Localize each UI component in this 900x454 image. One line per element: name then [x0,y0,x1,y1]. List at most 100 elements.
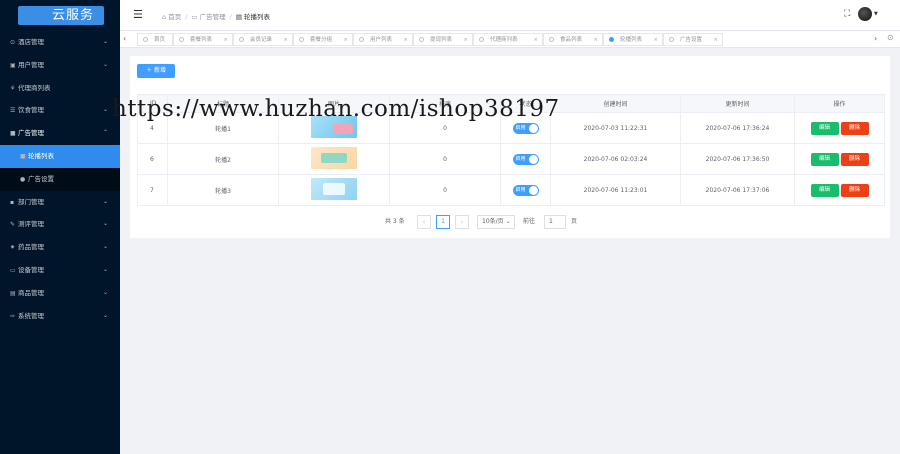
tab-item[interactable]: 套餐列表 × [173,33,233,46]
cell-id: 6 [137,143,168,175]
sidebar-item[interactable]: ⚘ 代理商列表 [0,77,120,100]
delete-button[interactable]: 删除 [840,121,869,135]
tabs-scroll-right-icon[interactable]: › [874,34,877,43]
cell-created: 2020-07-06 11:23:01 [550,174,681,206]
edit-button[interactable]: 编辑 [810,152,839,166]
next-page-button[interactable]: › [455,215,469,229]
cell-title: 轮播3 [167,174,279,206]
cell-actions: 编辑 删除 [794,143,885,175]
close-icon[interactable]: × [533,34,538,46]
tab-item[interactable]: 广告设置 × [663,33,723,46]
chevron-down-icon: ⌄ [102,243,108,251]
table-row: 7 轮播3 0 启用 2020-07-06 11:23:01 2020-07-06 17:… [137,174,885,206]
table-row: 6 轮播2 0 启用 2020-07-06 02:03:24 2020-07-06 17:… [137,143,885,175]
breadcrumb-label: 轮播列表 [244,13,271,21]
sidebar-menu: ⊙ 酒店管理 ⌄ ▣ 用户管理 ⌄ ⚘ 代理商列表 ☰ 饮食管理 ⌄ ■ 广告管理 ⌃ ■ 轮播列表 ● 广告设置… [0,31,120,327]
plus-icon: ＋ [146,67,153,74]
sidebar-item-label: 酒店管理 [18,38,44,46]
chevron-down-icon: ⌄ [102,311,108,319]
sidebar-item[interactable]: ✎ 测评管理 ⌄ [0,213,120,236]
cell-sort: 0 [389,174,501,206]
image-icon: ▤ [235,13,245,21]
cell-created: 2020-07-06 02:03:24 [550,143,681,175]
sidebar-item[interactable]: ▤ 商品管理 ⌄ [0,282,120,305]
cell-sort: 0 [389,143,501,175]
banner-thumbnail[interactable] [311,147,357,169]
caret-down-icon[interactable]: ▼ [874,11,878,17]
column-header: 操作 [794,94,885,113]
sidebar-subitem[interactable]: ■ 轮播列表 [0,144,120,168]
delete-button[interactable]: 删除 [840,183,869,197]
tab-item[interactable]: 首页 [137,33,173,46]
tab-dot-icon [549,37,554,42]
close-icon[interactable]: × [403,34,408,46]
close-icon[interactable]: × [343,34,348,46]
sidebar-item[interactable]: ✷ 药品管理 ⌄ [0,236,120,259]
sidebar-item[interactable]: ☰ 饮食管理 ⌄ [0,99,120,122]
breadcrumb-item[interactable]: ⌂ 首页 [162,13,181,21]
sidebar-subitem[interactable]: ● 广告设置 [0,167,120,191]
status-toggle-label: 启用 [515,155,526,162]
app-logo: 云服务 [18,6,104,25]
tab-dot-icon [359,37,364,42]
tabs-scroll-left-icon[interactable]: ‹ [123,34,126,43]
close-icon[interactable]: × [463,34,468,46]
tabs-options-icon[interactable]: ⊙ [887,33,894,42]
department-icon: ▪ [10,198,15,206]
breadcrumb-item[interactable]: ▭ 广告管理 [191,13,225,21]
close-icon[interactable]: × [593,34,598,46]
watermark-text: https://www.huzhan.com/ishop38197 [112,96,560,122]
tab-item[interactable]: 提现列表 × [413,33,473,46]
menu-toggle-icon[interactable]: ☰ [133,9,143,20]
user-avatar[interactable] [858,7,872,21]
goto-page-input[interactable]: 1 [544,215,566,229]
sidebar-item-label: 测评管理 [18,220,44,229]
close-icon[interactable]: × [283,34,288,46]
tab-item[interactable]: 食品列表 × [543,33,603,46]
sidebar-item[interactable]: ▪ 部门管理 ⌄ [0,191,120,214]
wrench-icon: ✑ [10,312,16,320]
sidebar-item[interactable]: ✑ 系统管理 ⌄ [0,305,120,328]
tab-label: 轮播列表 [620,37,643,43]
status-toggle[interactable]: 启用 [512,184,539,196]
tabs-bar: ‹ › ⊙ 首页 套餐列表 × 会员记录 × 套餐分组 × 用户列表 × 提现列表 × 代理商列表 × 食… [120,30,900,48]
tab-item[interactable]: 轮播列表 × [603,33,663,46]
breadcrumb-separator: / [185,13,188,21]
chevron-down-icon: ⌄ [102,106,108,114]
cell-actions: 编辑 删除 [794,112,885,144]
chevron-down-icon: ⌄ [505,218,511,225]
banner-thumbnail[interactable] [311,178,357,200]
close-icon[interactable]: × [223,34,228,46]
close-icon[interactable]: × [713,34,718,46]
sidebar-item-label: 部门管理 [18,197,44,206]
agent-icon: ⚘ [10,84,16,92]
tab-item[interactable]: 代理商列表 × [473,33,543,46]
tab-dot-icon [239,37,244,42]
status-toggle[interactable]: 启用 [512,122,539,134]
delete-button[interactable]: 删除 [840,152,869,166]
fullscreen-icon[interactable]: ⛶ [844,9,850,19]
sidebar-item[interactable]: ■ 广告管理 ⌃ [0,122,120,145]
cell-status: 启用 [500,174,551,206]
close-icon[interactable]: × [653,34,658,46]
prev-page-button[interactable]: ‹ [417,215,431,229]
add-button[interactable]: ＋ 新增 [137,64,175,78]
tab-item[interactable]: 套餐分组 × [293,33,353,46]
pagination-total: 共 3 条 [385,218,405,225]
edit-button[interactable]: 编辑 [810,183,839,197]
tab-dot-icon [299,37,304,42]
status-toggle[interactable]: 启用 [512,153,539,165]
sidebar-item[interactable]: ▣ 用户管理 ⌄ [0,54,120,77]
tab-item[interactable]: 用户列表 × [353,33,413,46]
food-icon: ☰ [10,107,16,115]
bookmark-icon: ⊙ [10,39,16,46]
sidebar-item[interactable]: ▭ 设备管理 ⌄ [0,259,120,282]
page-number-current[interactable]: 1 [436,215,450,229]
sidebar: 云服务 ⊙ 酒店管理 ⌄ ▣ 用户管理 ⌄ ⚘ 代理商列表 ☰ 饮食管理 ⌄ ■ 广告管理 ⌃ ■ 轮播列表 ●… [0,0,120,454]
edit-button[interactable]: 编辑 [810,121,839,135]
tab-item[interactable]: 会员记录 × [233,33,293,46]
page-size-select[interactable]: 10条/页 ⌄ [477,215,515,229]
dot-icon: ● [20,175,26,183]
sidebar-item[interactable]: ⊙ 酒店管理 ⌄ [0,31,120,54]
chevron-up-icon: ⌃ [102,129,108,137]
